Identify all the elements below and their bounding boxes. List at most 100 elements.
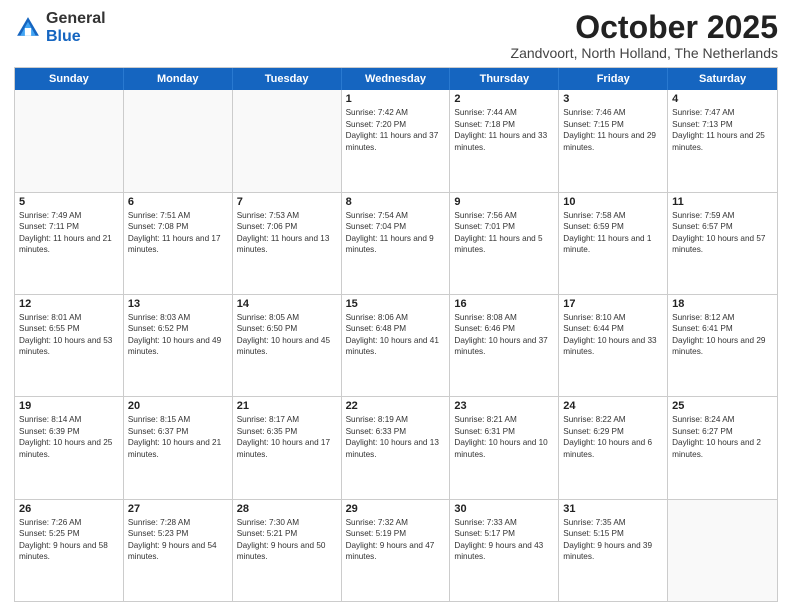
day-number: 19 [19,400,119,412]
sunrise-text: Sunrise: 8:06 AM [346,312,446,323]
day-number: 20 [128,400,228,412]
daylight-text: Daylight: 10 hours and 37 minutes. [454,335,554,358]
day-number: 8 [346,196,446,208]
day-number: 13 [128,298,228,310]
daylight-text: Daylight: 10 hours and 45 minutes. [237,335,337,358]
title-block: October 2025 Zandvoort, North Holland, T… [511,10,778,61]
day-cell-18: 18Sunrise: 8:12 AMSunset: 6:41 PMDayligh… [668,295,777,396]
daylight-text: Daylight: 10 hours and 2 minutes. [672,437,773,460]
day-cell-28: 28Sunrise: 7:30 AMSunset: 5:21 PMDayligh… [233,500,342,601]
sunrise-text: Sunrise: 8:17 AM [237,414,337,425]
daylight-text: Daylight: 9 hours and 47 minutes. [346,540,446,563]
day-number: 7 [237,196,337,208]
daylight-text: Daylight: 10 hours and 10 minutes. [454,437,554,460]
sunrise-text: Sunrise: 7:46 AM [563,107,663,118]
day-number: 2 [454,93,554,105]
logo-text: General Blue [46,10,106,45]
day-cell-22: 22Sunrise: 8:19 AMSunset: 6:33 PMDayligh… [342,397,451,498]
calendar-row-4: 19Sunrise: 8:14 AMSunset: 6:39 PMDayligh… [15,396,777,498]
daylight-text: Daylight: 9 hours and 58 minutes. [19,540,119,563]
sunrise-text: Sunrise: 7:53 AM [237,210,337,221]
calendar-row-2: 5Sunrise: 7:49 AMSunset: 7:11 PMDaylight… [15,192,777,294]
sunrise-text: Sunrise: 7:54 AM [346,210,446,221]
sunrise-text: Sunrise: 7:56 AM [454,210,554,221]
daylight-text: Daylight: 11 hours and 29 minutes. [563,130,663,153]
sunrise-text: Sunrise: 8:12 AM [672,312,773,323]
day-cell-16: 16Sunrise: 8:08 AMSunset: 6:46 PMDayligh… [450,295,559,396]
day-cell-5: 5 Sunrise: 7:49 AMSunset: 7:11 PMDaylight… [15,193,124,294]
sunrise-text: Sunrise: 8:22 AM [563,414,663,425]
page: General Blue October 2025 Zandvoort, Nor… [0,0,792,612]
calendar-row-1: 1Sunrise: 7:42 AMSunset: 7:20 PMDaylight… [15,90,777,191]
daylight-text: Daylight: 10 hours and 17 minutes. [237,437,337,460]
day-number: 12 [19,298,119,310]
header-day-saturday: Saturday [668,68,777,90]
month-title: October 2025 [511,10,778,45]
sunrise-text: Sunrise: 8:21 AM [454,414,554,425]
day-cell-2: 2Sunrise: 7:44 AMSunset: 7:18 PMDaylight… [450,90,559,191]
day-number: 6 [128,196,228,208]
day-number: 30 [454,503,554,515]
header: General Blue October 2025 Zandvoort, Nor… [14,10,778,61]
sunrise-text: Sunrise: 8:03 AM [128,312,228,323]
day-number: 5 [19,196,119,208]
sunrise-text: Sunrise: 7:59 AM [672,210,773,221]
day-number: 25 [672,400,773,412]
logo: General Blue [14,10,106,45]
day-number: 4 [672,93,773,105]
daylight-text: Daylight: 10 hours and 33 minutes. [563,335,663,358]
day-cell-25: 25Sunrise: 8:24 AMSunset: 6:27 PMDayligh… [668,397,777,498]
day-cell-7: 7 Sunrise: 7:53 AMSunset: 7:06 PMDaylight… [233,193,342,294]
day-cell-3: 3Sunrise: 7:46 AMSunset: 7:15 PMDaylight… [559,90,668,191]
day-number: 22 [346,400,446,412]
empty-cell-0-0 [15,90,124,191]
daylight-text: Daylight: 11 hours and 13 minutes. [237,233,337,256]
header-day-wednesday: Wednesday [342,68,451,90]
day-number: 17 [563,298,663,310]
sunset-text: Sunset: 5:25 PM [19,528,119,539]
daylight-text: Daylight: 10 hours and 57 minutes. [672,233,773,256]
sunset-text: Sunset: 5:23 PM [128,528,228,539]
calendar-body: 1Sunrise: 7:42 AMSunset: 7:20 PMDaylight… [15,90,777,601]
sunset-text: Sunset: 5:15 PM [563,528,663,539]
sunset-text: Sunset: 7:06 PM [237,221,337,232]
sunset-text: Sunset: 6:31 PM [454,426,554,437]
daylight-text: Daylight: 11 hours and 25 minutes. [672,130,773,153]
sunset-text: Sunset: 6:48 PM [346,323,446,334]
sunrise-text: Sunrise: 8:01 AM [19,312,119,323]
calendar-row-3: 12Sunrise: 8:01 AMSunset: 6:55 PMDayligh… [15,294,777,396]
daylight-text: Daylight: 10 hours and 29 minutes. [672,335,773,358]
sunset-text: Sunset: 5:21 PM [237,528,337,539]
daylight-text: Daylight: 11 hours and 21 minutes. [19,233,119,256]
logo-blue: Blue [46,28,106,46]
sunset-text: Sunset: 7:08 PM [128,221,228,232]
daylight-text: Daylight: 10 hours and 49 minutes. [128,335,228,358]
sunrise-text: Sunrise: 8:15 AM [128,414,228,425]
daylight-text: Daylight: 10 hours and 21 minutes. [128,437,228,460]
day-cell-24: 24Sunrise: 8:22 AMSunset: 6:29 PMDayligh… [559,397,668,498]
sunset-text: Sunset: 7:18 PM [454,119,554,130]
daylight-text: Daylight: 10 hours and 41 minutes. [346,335,446,358]
day-number: 16 [454,298,554,310]
sunset-text: Sunset: 6:27 PM [672,426,773,437]
day-number: 31 [563,503,663,515]
sunset-text: Sunset: 7:11 PM [19,221,119,232]
day-cell-20: 20Sunrise: 8:15 AMSunset: 6:37 PMDayligh… [124,397,233,498]
header-day-sunday: Sunday [15,68,124,90]
calendar-row-5: 26Sunrise: 7:26 AMSunset: 5:25 PMDayligh… [15,499,777,601]
day-number: 11 [672,196,773,208]
sunrise-text: Sunrise: 8:19 AM [346,414,446,425]
sunset-text: Sunset: 6:29 PM [563,426,663,437]
sunset-text: Sunset: 7:04 PM [346,221,446,232]
sunrise-text: Sunrise: 7:49 AM [19,210,119,221]
header-day-friday: Friday [559,68,668,90]
sunrise-text: Sunrise: 8:08 AM [454,312,554,323]
empty-cell-0-2 [233,90,342,191]
daylight-text: Daylight: 10 hours and 13 minutes. [346,437,446,460]
sunrise-text: Sunrise: 7:47 AM [672,107,773,118]
daylight-text: Daylight: 9 hours and 43 minutes. [454,540,554,563]
sunrise-text: Sunrise: 7:42 AM [346,107,446,118]
logo-icon [14,14,42,42]
daylight-text: Daylight: 11 hours and 33 minutes. [454,130,554,153]
daylight-text: Daylight: 10 hours and 6 minutes. [563,437,663,460]
